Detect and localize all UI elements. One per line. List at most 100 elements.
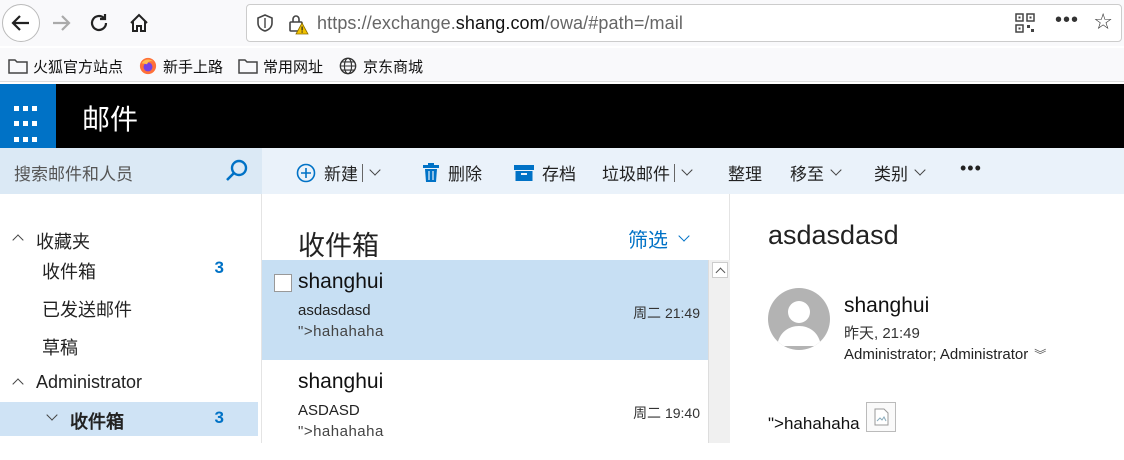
folder-item-sent[interactable]: 已发送邮件 — [0, 290, 262, 324]
folder-pane: 收藏夹 收件箱 3 已发送邮件 草稿 Administrator 收件箱 3 — [0, 194, 262, 443]
message-sender: shanghui — [298, 370, 384, 393]
categorize-label: 类别 — [874, 165, 908, 184]
expand-recipients-icon[interactable]: ︾ — [1034, 346, 1046, 363]
message-item[interactable]: shanghui ASDASD 周二 19:40 ">hahahaha — [262, 360, 708, 460]
bookmark-item[interactable]: 常用网址 — [238, 55, 323, 77]
avatar[interactable] — [768, 288, 830, 350]
trash-icon — [423, 162, 439, 182]
browser-toolbar: https://exchange.shang.com/owa/#path=/ma… — [0, 0, 1124, 46]
select-checkbox[interactable] — [274, 274, 292, 292]
search-input[interactable]: 搜索邮件和人员 — [14, 160, 133, 185]
bookmark-star-icon[interactable]: ☆ — [1093, 9, 1113, 35]
message-list: 收件箱 筛选 shanghui asdasdasd 周二 21:49 ">hah… — [262, 194, 730, 443]
app-title: 邮件 — [82, 104, 139, 135]
shield-icon[interactable] — [255, 13, 275, 33]
message-time: 周二 21:49 — [633, 305, 700, 321]
address-bar[interactable]: https://exchange.shang.com/owa/#path=/ma… — [246, 4, 1122, 42]
chevron-down-icon[interactable] — [46, 409, 58, 421]
filter-label: 筛选 — [628, 230, 668, 252]
recipients-label: Administrator; Administrator — [844, 346, 1029, 363]
url-suffix: /owa/#path=/mail — [544, 13, 683, 33]
bookmark-label: 火狐官方站点 — [33, 58, 124, 76]
sweep-button[interactable]: 整理 — [728, 160, 762, 185]
folder-item-drafts[interactable]: 草稿 — [0, 328, 262, 362]
message-preview: ">hahahaha — [298, 423, 384, 440]
junk-label: 垃圾邮件 — [602, 165, 670, 184]
email-sender[interactable]: shanghui — [844, 294, 929, 318]
arrow-right-icon — [53, 15, 71, 31]
forward-button[interactable] — [42, 4, 80, 42]
move-label: 移至 — [790, 165, 824, 184]
person-icon — [777, 301, 821, 346]
bookmark-item[interactable]: 京东商城 — [338, 55, 423, 77]
split-divider — [362, 163, 363, 182]
unread-count: 3 — [214, 258, 224, 277]
app-header: 邮件 — [0, 84, 1124, 148]
chevron-up-icon[interactable] — [12, 234, 24, 246]
app-launcher-icon[interactable] — [0, 84, 56, 148]
search-box[interactable]: 搜索邮件和人员 — [0, 148, 262, 194]
folder-label: 收件箱 — [42, 262, 96, 282]
folder-icon — [238, 59, 258, 74]
chevron-down-icon — [914, 164, 926, 176]
folder-icon — [8, 59, 28, 74]
broken-image-icon — [866, 402, 896, 432]
archive-button[interactable]: 存档 — [514, 160, 576, 185]
categorize-button[interactable]: 类别 — [874, 160, 926, 185]
chevron-up-icon[interactable] — [12, 378, 24, 390]
scrollbar[interactable] — [708, 260, 730, 443]
email-date: 昨天, 21:49 — [844, 325, 920, 342]
archive-label: 存档 — [542, 165, 576, 184]
email-body: ">hahahaha — [768, 414, 860, 433]
new-button[interactable]: 新建 — [296, 160, 381, 185]
back-button[interactable] — [2, 4, 40, 42]
command-bar: 新建 删除 存档 垃圾邮件 整理 移至 类别 ••• — [262, 148, 1124, 194]
scroll-up-button[interactable] — [712, 262, 728, 278]
bookmark-item[interactable]: 新手上路 — [138, 55, 223, 77]
email-recipients: Administrator; Administrator ︾ — [844, 346, 1046, 363]
lock-warning-icon[interactable] — [287, 13, 309, 35]
junk-button[interactable]: 垃圾邮件 — [602, 160, 693, 185]
qr-code-icon[interactable] — [1015, 13, 1035, 33]
search-icon[interactable] — [224, 158, 250, 184]
message-subject: ASDASD — [298, 402, 360, 419]
page-actions-more-icon[interactable]: ••• — [1055, 9, 1079, 32]
split-divider — [674, 163, 675, 182]
message-item[interactable]: shanghui asdasdasd 周二 21:49 ">hahahaha — [262, 260, 708, 360]
bookmark-label: 京东商城 — [363, 58, 424, 76]
chevron-down-icon[interactable] — [369, 164, 381, 176]
folder-item-inbox-selected[interactable]: 收件箱 3 — [0, 402, 258, 436]
home-icon — [130, 13, 148, 32]
move-to-button[interactable]: 移至 — [790, 160, 842, 185]
folder-label: 收件箱 — [70, 412, 124, 432]
message-subject: asdasdasd — [298, 302, 371, 319]
favorites-header[interactable]: 收藏夹 — [0, 222, 262, 256]
arrow-left-icon — [11, 15, 29, 31]
chevron-down-icon[interactable] — [681, 164, 693, 176]
reload-icon — [90, 14, 108, 32]
filter-button[interactable]: 筛选 — [628, 224, 690, 253]
reload-button[interactable] — [80, 4, 118, 42]
firefox-icon — [139, 57, 157, 75]
folder-label: 草稿 — [42, 338, 78, 358]
account-header[interactable]: Administrator — [0, 366, 262, 400]
reading-pane: asdasdasd shanghui 昨天, 21:49 Administrat… — [730, 194, 1124, 443]
url-prefix: https://exchange. — [317, 13, 456, 33]
message-sender: shanghui — [298, 270, 384, 293]
unread-count: 3 — [214, 408, 224, 427]
home-button[interactable] — [120, 4, 158, 42]
url-domain: shang.com — [455, 13, 545, 33]
add-circle-icon — [296, 163, 316, 182]
delete-button[interactable]: 删除 — [422, 160, 482, 185]
archive-icon — [514, 164, 534, 181]
bookmark-label: 新手上路 — [163, 58, 224, 76]
bookmarks-toolbar: 火狐官方站点 新手上路 常用网址 京东商城 — [0, 48, 1124, 82]
new-label: 新建 — [324, 165, 358, 184]
folder-item-inbox[interactable]: 收件箱 3 — [0, 252, 262, 286]
more-commands-button[interactable]: ••• — [960, 158, 982, 179]
bookmark-item[interactable]: 火狐官方站点 — [8, 55, 123, 77]
favorites-label: 收藏夹 — [36, 232, 90, 252]
url-text[interactable]: https://exchange.shang.com/owa/#path=/ma… — [317, 13, 683, 34]
chevron-down-icon — [678, 230, 690, 242]
account-label: Administrator — [36, 372, 143, 392]
